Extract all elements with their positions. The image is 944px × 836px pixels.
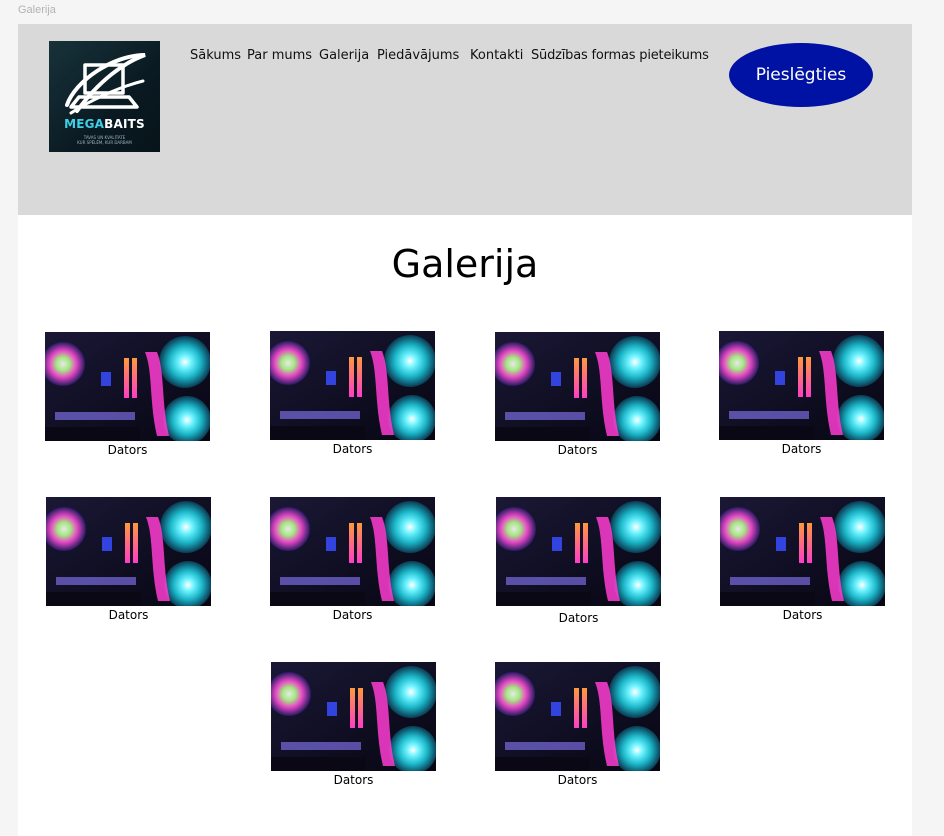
gallery-item[interactable]: Dators [719, 331, 884, 456]
gallery-item[interactable]: Dators [271, 662, 436, 787]
computer-photo [496, 497, 661, 606]
computer-photo [45, 332, 210, 441]
computer-photo [271, 662, 436, 771]
nav-item-kontakti[interactable]: Kontakti [470, 48, 523, 63]
gallery-caption: Dators [557, 443, 598, 457]
gallery-item[interactable]: Dators [270, 497, 435, 622]
gallery-item[interactable]: Dators [495, 332, 660, 457]
gallery-caption: Dators [557, 773, 598, 787]
computer-photo [46, 497, 211, 606]
logo[interactable]: MEGABAITS TAVAS UN KVALITATE KUR SPĒLĒM,… [49, 41, 160, 152]
computer-photo [270, 497, 435, 606]
page-title: Galerija [391, 242, 539, 286]
nav-item-sakums[interactable]: Sākums [190, 48, 241, 63]
logo-brand-part2: BAITS [104, 117, 145, 131]
computer-photo [270, 331, 435, 440]
gallery-caption: Dators [333, 773, 374, 787]
gallery-caption: Dators [558, 611, 599, 625]
gallery-item[interactable]: Dators [45, 332, 210, 457]
gallery-caption: Dators [781, 442, 822, 456]
logo-tagline: TAVAS UN KVALITATE KUR SPĒLĒM, KUR DARBA… [77, 135, 132, 145]
gallery-caption: Dators [108, 608, 149, 622]
computer-photo [495, 662, 660, 771]
gallery-item[interactable]: Dators [496, 497, 661, 625]
header: MEGABAITS TAVAS UN KVALITATE KUR SPĒLĒM,… [18, 24, 912, 215]
page: MEGABAITS TAVAS UN KVALITATE KUR SPĒLĒM,… [18, 24, 912, 836]
nav-item-par-mums[interactable]: Par mums [247, 48, 312, 63]
computer-photo [720, 497, 885, 606]
login-button[interactable]: Pieslēgties [729, 43, 873, 107]
computer-photo [495, 332, 660, 441]
computer-photo [719, 331, 884, 440]
nav-item-galerija[interactable]: Galerija [319, 48, 369, 63]
gallery-caption: Dators [332, 608, 373, 622]
logo-brand-part1: MEGA [64, 117, 105, 131]
frame-label: Galerija [18, 4, 56, 16]
gallery-item[interactable]: Dators [720, 497, 885, 622]
gallery-item[interactable]: Dators [46, 497, 211, 622]
gallery-caption: Dators [332, 442, 373, 456]
gallery-item[interactable]: Dators [495, 662, 660, 787]
logo-wordmark: MEGABAITS [49, 117, 160, 131]
nav-item-piedavajums[interactable]: Piedāvājums [377, 48, 459, 63]
gallery-caption: Dators [782, 608, 823, 622]
nav-item-sudzibas[interactable]: Sūdzības formas pieteikums [531, 48, 709, 63]
gallery-item[interactable]: Dators [270, 331, 435, 456]
gallery-caption: Dators [107, 443, 148, 457]
